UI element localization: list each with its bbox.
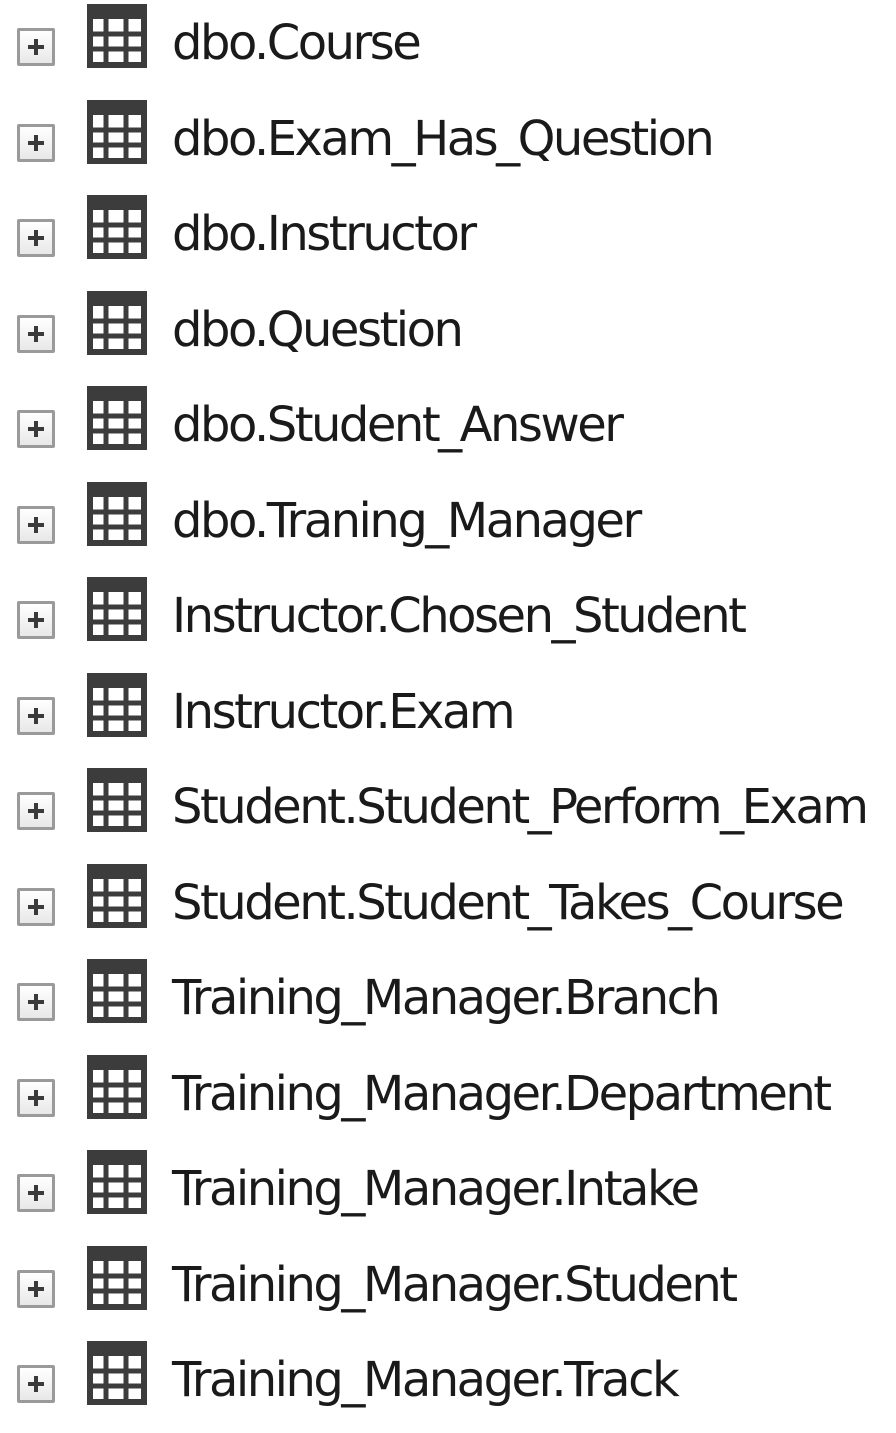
- expand-plus-icon[interactable]: [17, 219, 55, 257]
- tree-node-table[interactable]: dbo.Instructor: [0, 191, 896, 287]
- tree-node-table[interactable]: dbo.Course: [0, 0, 896, 96]
- tree-node-table[interactable]: dbo.Exam_Has_Question: [0, 96, 896, 192]
- table-icon: [86, 863, 148, 929]
- table-icon: [86, 385, 148, 451]
- tree-node-table[interactable]: Student.Student_Perform_Exam: [0, 764, 896, 860]
- table-icon: [86, 3, 148, 69]
- expand-plus-icon[interactable]: [17, 696, 55, 735]
- table-icon: [86, 1054, 148, 1120]
- expand-plus-icon[interactable]: [17, 410, 55, 448]
- expand-plus-icon[interactable]: [17, 1078, 55, 1117]
- table-icon: [86, 1340, 148, 1406]
- expand-plus-icon[interactable]: [17, 887, 55, 926]
- tree-node-table[interactable]: Training_Manager.Department: [0, 1051, 896, 1147]
- tree-node-label[interactable]: dbo.Instructor: [172, 194, 477, 274]
- table-icon: [86, 481, 148, 547]
- tree-node-label[interactable]: Training_Manager.Intake: [172, 1149, 700, 1229]
- expand-plus-icon[interactable]: [17, 792, 55, 830]
- table-icon: [86, 958, 148, 1024]
- expand-plus-icon[interactable]: [17, 123, 55, 162]
- tree-node-label[interactable]: dbo.Student_Answer: [172, 385, 624, 465]
- tree-node-label[interactable]: Student.Student_Perform_Exam: [172, 767, 869, 847]
- tree-node-table[interactable]: Training_Manager.Intake: [0, 1146, 896, 1242]
- expand-plus-icon[interactable]: [17, 1365, 55, 1403]
- tree-node-label[interactable]: dbo.Question: [172, 290, 464, 370]
- expand-plus-icon[interactable]: [17, 314, 55, 353]
- table-icon: [86, 1149, 148, 1215]
- tree-node-table[interactable]: Training_Manager.Student: [0, 1242, 896, 1338]
- tree-node-table[interactable]: Student.Student_Takes_Course: [0, 860, 896, 956]
- table-icon: [86, 767, 148, 833]
- expand-plus-icon[interactable]: [17, 983, 55, 1021]
- tree-node-table[interactable]: Instructor.Chosen_Student: [0, 573, 896, 669]
- table-icon: [86, 1245, 148, 1311]
- expand-plus-icon[interactable]: [17, 1269, 55, 1308]
- tree-node-label[interactable]: dbo.Course: [172, 3, 422, 83]
- table-icon: [86, 576, 148, 642]
- tree-node-label[interactable]: Instructor.Chosen_Student: [172, 576, 747, 656]
- tree-node-label[interactable]: Student.Student_Takes_Course: [172, 863, 845, 943]
- tree-node-table[interactable]: Training_Manager.Branch: [0, 955, 896, 1051]
- tree-node-label[interactable]: Instructor.Exam: [172, 672, 516, 752]
- tree-node-label[interactable]: dbo.Exam_Has_Question: [172, 99, 715, 179]
- tree-node-table[interactable]: Training_Manager.Track: [0, 1337, 896, 1433]
- expand-plus-icon[interactable]: [17, 505, 55, 544]
- tree-node-label[interactable]: Training_Manager.Track: [172, 1340, 680, 1420]
- tree-node-label[interactable]: dbo.Traning_Manager: [172, 481, 642, 561]
- table-icon: [86, 290, 148, 356]
- tree-node-label[interactable]: Training_Manager.Branch: [172, 958, 721, 1038]
- tree-node-label[interactable]: Training_Manager.Department: [172, 1054, 832, 1134]
- expand-plus-icon[interactable]: [17, 601, 55, 639]
- tree-node-table[interactable]: dbo.Student_Answer: [0, 382, 896, 478]
- expand-plus-icon[interactable]: [17, 1174, 55, 1212]
- tree-node-table[interactable]: dbo.Traning_Manager: [0, 478, 896, 574]
- table-icon: [86, 194, 148, 260]
- expand-plus-icon[interactable]: [17, 28, 55, 66]
- object-explorer-tree: dbo.Course dbo.Exam_Has_Question dbo.Instr…: [0, 0, 896, 1408]
- tree-node-table[interactable]: Instructor.Exam: [0, 669, 896, 765]
- table-icon: [86, 672, 148, 738]
- tree-node-label[interactable]: Training_Manager.Student: [172, 1245, 738, 1325]
- table-icon: [86, 99, 148, 165]
- tree-node-table[interactable]: dbo.Question: [0, 287, 896, 383]
